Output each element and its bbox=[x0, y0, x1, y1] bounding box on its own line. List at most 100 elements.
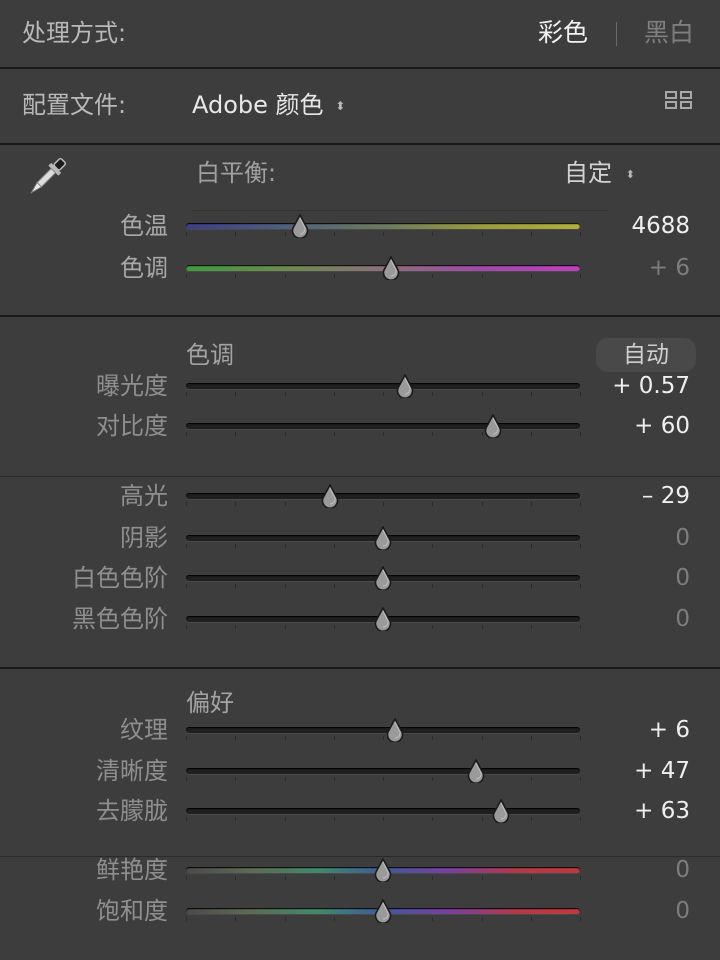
divider bbox=[0, 67, 720, 69]
auto-tone-button[interactable]: 自动 bbox=[596, 338, 696, 372]
tick-mark bbox=[186, 432, 187, 436]
contrast-slider-thumb[interactable] bbox=[483, 413, 503, 439]
exposure-slider-thumb[interactable] bbox=[395, 373, 415, 399]
dehaze-slider-thumb[interactable] bbox=[491, 798, 511, 824]
shadows-value[interactable]: 0 bbox=[580, 523, 690, 553]
temp-label[interactable]: 色温 bbox=[0, 211, 168, 241]
blacks-label[interactable]: 黑色色阶 bbox=[0, 604, 168, 634]
presence-section-title: 偏好 bbox=[186, 689, 234, 717]
treatment-color-option[interactable]: 彩色 bbox=[538, 16, 588, 50]
tick-mark bbox=[186, 777, 187, 781]
shadows-label[interactable]: 阴影 bbox=[0, 523, 168, 553]
tick-mark bbox=[481, 502, 483, 506]
clarity-slider-track[interactable] bbox=[186, 768, 580, 774]
texture-slider-thumb[interactable] bbox=[385, 717, 405, 743]
saturation-label[interactable]: 饱和度 bbox=[0, 896, 168, 926]
updown-arrows-icon: ⬍ bbox=[625, 168, 635, 181]
tone-section-title: 色调 bbox=[186, 341, 234, 369]
contrast-value[interactable]: + 60 bbox=[580, 411, 690, 441]
dehaze-label[interactable]: 去朦胧 bbox=[0, 796, 168, 826]
temp-value[interactable]: 4688 bbox=[580, 211, 690, 241]
tick-mark bbox=[530, 392, 532, 396]
tick-mark bbox=[186, 625, 187, 629]
profile-browser-grid-icon[interactable] bbox=[665, 91, 693, 117]
highlights-value[interactable]: – 29 bbox=[580, 481, 690, 511]
tick-mark bbox=[284, 777, 286, 781]
highlights-slider-thumb[interactable] bbox=[320, 483, 340, 509]
tick-mark bbox=[284, 625, 286, 629]
highlights-label[interactable]: 高光 bbox=[0, 481, 168, 511]
clarity-slider-thumb[interactable] bbox=[466, 758, 486, 784]
texture-label[interactable]: 纹理 bbox=[0, 715, 168, 745]
tint-label[interactable]: 色调 bbox=[0, 253, 168, 283]
tick-mark bbox=[186, 817, 187, 821]
profile-select[interactable]: Adobe 颜色 ⬍ bbox=[192, 88, 345, 123]
texture-slider-track[interactable] bbox=[186, 727, 580, 733]
exposure-value[interactable]: + 0.57 bbox=[580, 371, 690, 401]
tint-value[interactable]: + 6 bbox=[580, 253, 690, 283]
tick-mark bbox=[186, 736, 187, 740]
tick-mark bbox=[333, 432, 335, 436]
tick-mark bbox=[530, 736, 532, 740]
tick-mark bbox=[530, 876, 532, 880]
tick-mark bbox=[284, 817, 286, 821]
texture-value[interactable]: + 6 bbox=[580, 715, 690, 745]
dehaze-value[interactable]: + 63 bbox=[580, 796, 690, 826]
tick-mark bbox=[186, 392, 187, 396]
updown-arrows-icon: ⬍ bbox=[335, 99, 346, 113]
tick-mark bbox=[186, 917, 187, 921]
tick-mark bbox=[481, 876, 483, 880]
dehaze-slider-track[interactable] bbox=[186, 808, 580, 814]
tick-mark bbox=[333, 232, 335, 236]
tick-mark bbox=[481, 274, 483, 278]
temp-slider-track[interactable] bbox=[186, 223, 580, 229]
vibrance-slider-thumb[interactable] bbox=[373, 857, 393, 883]
tick-mark bbox=[481, 392, 483, 396]
shadows-slider-thumb[interactable] bbox=[373, 525, 393, 551]
exposure-label[interactable]: 曝光度 bbox=[0, 371, 168, 401]
whites-slider-thumb[interactable] bbox=[373, 565, 393, 591]
treatment-separator bbox=[616, 22, 617, 46]
highlights-slider-track[interactable] bbox=[186, 493, 580, 499]
tick-mark bbox=[530, 232, 532, 236]
clarity-value[interactable]: + 47 bbox=[580, 756, 690, 786]
tick-mark bbox=[530, 817, 532, 821]
tick-mark bbox=[530, 777, 532, 781]
tick-mark bbox=[432, 432, 434, 436]
tick-mark bbox=[333, 544, 335, 548]
tick-mark bbox=[284, 502, 286, 506]
vibrance-value[interactable]: 0 bbox=[580, 855, 690, 885]
white-balance-eyedropper-icon[interactable] bbox=[22, 152, 72, 202]
tick-mark bbox=[432, 502, 434, 506]
tick-mark bbox=[235, 917, 237, 921]
blacks-value[interactable]: 0 bbox=[580, 604, 690, 634]
tick-mark bbox=[481, 544, 483, 548]
tint-slider-thumb[interactable] bbox=[381, 255, 401, 281]
tick-mark bbox=[284, 544, 286, 548]
temp-slider-thumb[interactable] bbox=[290, 213, 310, 239]
tick-mark bbox=[186, 584, 187, 588]
white-balance-label: 白平衡: bbox=[196, 159, 277, 187]
profile-label: 配置文件: bbox=[22, 91, 127, 119]
saturation-slider-thumb[interactable] bbox=[373, 898, 393, 924]
white-balance-select[interactable]: 自定 ⬍ bbox=[564, 158, 635, 190]
vibrance-label[interactable]: 鲜艳度 bbox=[0, 855, 168, 885]
exposure-slider-track[interactable] bbox=[186, 383, 580, 389]
tick-mark bbox=[432, 392, 434, 396]
whites-value[interactable]: 0 bbox=[580, 563, 690, 593]
tick-mark bbox=[235, 817, 237, 821]
tick-mark bbox=[333, 625, 335, 629]
tick-mark bbox=[530, 625, 532, 629]
saturation-value[interactable]: 0 bbox=[580, 896, 690, 926]
tick-mark bbox=[235, 625, 237, 629]
contrast-label[interactable]: 对比度 bbox=[0, 411, 168, 441]
treatment-bw-option[interactable]: 黑白 bbox=[644, 16, 694, 50]
whites-label[interactable]: 白色色阶 bbox=[0, 563, 168, 593]
blacks-slider-thumb[interactable] bbox=[373, 606, 393, 632]
contrast-slider-track[interactable] bbox=[186, 423, 580, 429]
tick-mark bbox=[333, 736, 335, 740]
tick-mark bbox=[530, 274, 532, 278]
tick-mark bbox=[284, 274, 286, 278]
clarity-label[interactable]: 清晰度 bbox=[0, 756, 168, 786]
clarity-slider-ticks bbox=[186, 777, 581, 781]
